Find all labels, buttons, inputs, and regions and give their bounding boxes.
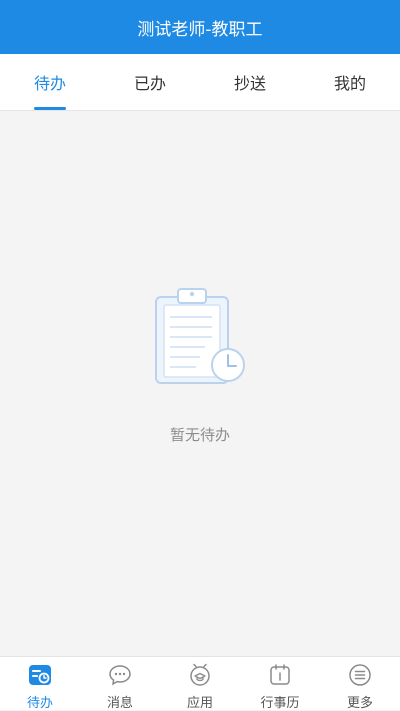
tab-mine[interactable]: 我的 xyxy=(300,54,400,110)
nav-calendar[interactable]: 行事历 xyxy=(240,657,320,711)
todo-icon xyxy=(29,665,51,685)
tab-label: 待办 xyxy=(33,74,66,93)
tab-done[interactable]: 已办 xyxy=(100,54,200,110)
nav-label: 待办 xyxy=(26,696,53,711)
nav-label: 应用 xyxy=(186,696,213,711)
nav-label: 消息 xyxy=(106,696,133,711)
apps-icon xyxy=(190,663,210,686)
tab-bar: 待办 已办 抄送 我的 xyxy=(0,54,400,111)
tab-label: 我的 xyxy=(333,74,366,93)
nav-messages[interactable]: 消息 xyxy=(80,657,160,711)
active-tab-indicator xyxy=(34,107,66,110)
nav-apps[interactable]: 应用 xyxy=(160,657,240,711)
empty-state-text: 暂无待办 xyxy=(169,426,230,444)
tab-label: 抄送 xyxy=(233,74,266,93)
calendar-icon xyxy=(270,664,290,685)
nav-todo[interactable]: 待办 xyxy=(0,657,80,711)
more-icon xyxy=(349,664,371,686)
tab-label: 已办 xyxy=(133,74,166,93)
message-icon xyxy=(109,665,131,686)
page-title: 测试老师-教职工 xyxy=(137,19,263,40)
app-header: 测试老师-教职工 xyxy=(0,0,400,54)
tab-cc[interactable]: 抄送 xyxy=(200,54,300,110)
bottom-navigation: 待办 消息 应用 行事历 更多 xyxy=(0,656,400,711)
nav-label: 更多 xyxy=(346,696,373,711)
nav-more[interactable]: 更多 xyxy=(320,657,400,711)
tab-todo[interactable]: 待办 xyxy=(0,54,100,110)
clipboard-clock-icon xyxy=(150,285,250,385)
nav-label: 行事历 xyxy=(260,696,300,711)
